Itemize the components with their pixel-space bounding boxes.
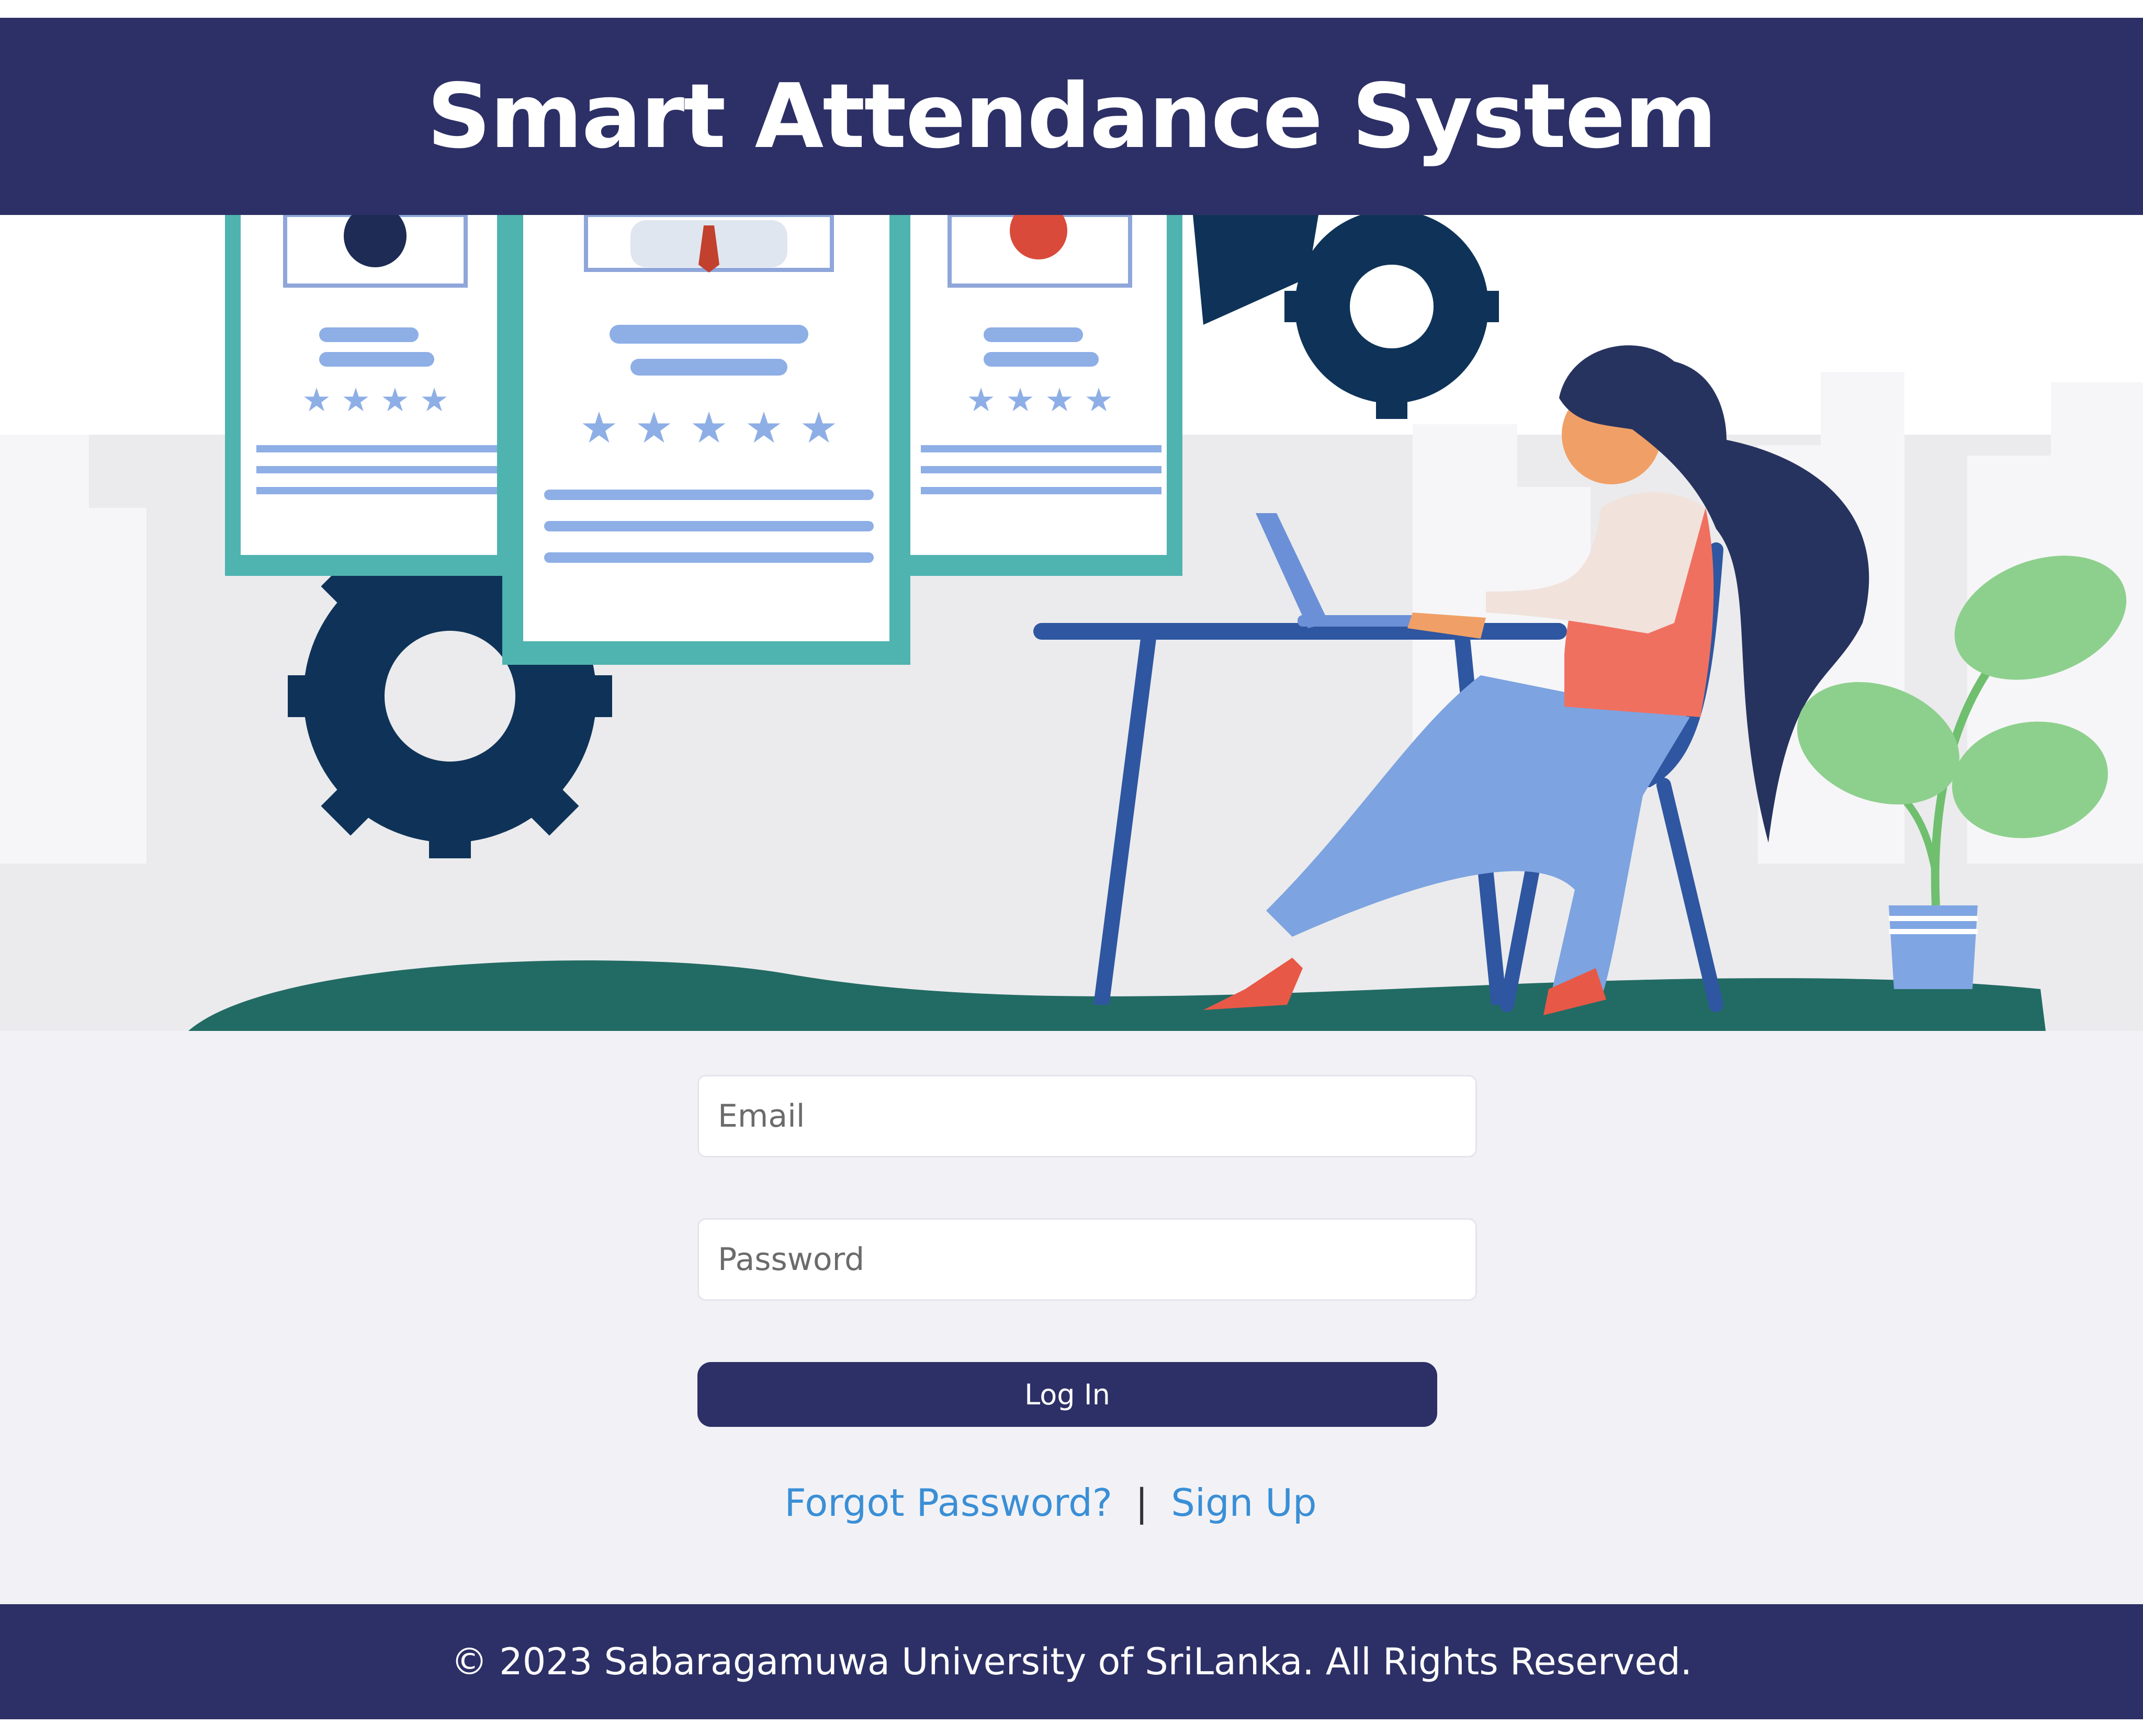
- svg-text:★: ★: [1006, 381, 1035, 419]
- copyright-text: © 2023 Sabaragamuwa University of SriLan…: [450, 1640, 1693, 1683]
- login-panel: Log In Forgot Password? | Sign Up: [0, 1031, 2143, 1604]
- auth-links: Forgot Password? | Sign Up: [0, 1481, 2143, 1525]
- hero-illustration-svg: ★ ★ ★ ★ ★ ★ ★ ★ ★ ★ ★ ★ ★: [0, 215, 2143, 1031]
- svg-text:★: ★: [745, 403, 783, 453]
- hero-illustration: ★ ★ ★ ★ ★ ★ ★ ★ ★ ★ ★ ★ ★: [0, 215, 2143, 1031]
- bottom-margin: [0, 1719, 2143, 1736]
- svg-text:★: ★: [420, 381, 449, 419]
- app-header: Smart Attendance System: [0, 18, 2143, 215]
- profile-card-right: ★ ★ ★ ★: [889, 215, 1182, 576]
- svg-text:★: ★: [1084, 381, 1113, 419]
- email-field[interactable]: [697, 1075, 1477, 1158]
- password-field[interactable]: [697, 1218, 1477, 1301]
- svg-text:★: ★: [799, 403, 838, 453]
- profile-card-center: ★ ★ ★ ★ ★: [502, 215, 910, 665]
- svg-text:★: ★: [341, 381, 370, 419]
- svg-text:★: ★: [580, 403, 618, 453]
- svg-text:★: ★: [1045, 381, 1074, 419]
- svg-text:★: ★: [380, 381, 410, 419]
- log-in-button[interactable]: Log In: [697, 1362, 1437, 1427]
- profile-card-left: ★ ★ ★ ★: [225, 215, 507, 576]
- top-margin: [0, 0, 2143, 18]
- sign-up-link[interactable]: Sign Up: [1171, 1481, 1316, 1525]
- svg-text:★: ★: [302, 381, 331, 419]
- forgot-password-link[interactable]: Forgot Password?: [784, 1481, 1112, 1525]
- link-separator: |: [1135, 1481, 1148, 1525]
- svg-text:★: ★: [966, 381, 996, 419]
- svg-text:★: ★: [690, 403, 728, 453]
- app-footer: © 2023 Sabaragamuwa University of SriLan…: [0, 1604, 2143, 1719]
- svg-text:★: ★: [635, 403, 673, 453]
- page-title: Smart Attendance System: [427, 64, 1717, 168]
